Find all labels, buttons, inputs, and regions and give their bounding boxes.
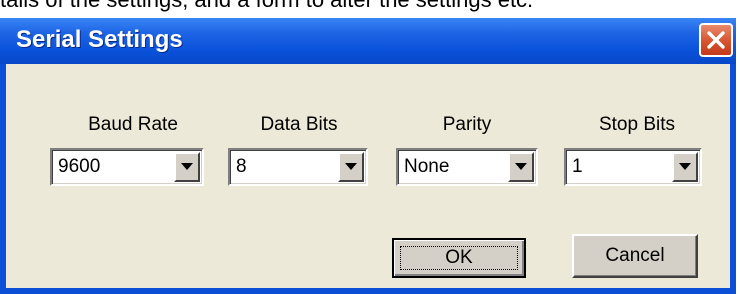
close-button[interactable] bbox=[699, 23, 733, 57]
baud-rate-value: 9600 bbox=[58, 156, 101, 177]
dialog-body: Baud Rate 9600 Data Bits 8 Parity None S… bbox=[6, 64, 730, 288]
chevron-down-icon bbox=[181, 163, 193, 170]
stop-bits-select[interactable]: 1 bbox=[564, 148, 702, 186]
chevron-down-icon bbox=[345, 163, 357, 170]
baud-rate-label: Baud Rate bbox=[88, 114, 178, 135]
parity-dropdown-button[interactable] bbox=[508, 152, 534, 182]
background-text-strip: tails of the settings, and a form to alt… bbox=[0, 0, 740, 18]
stop-bits-dropdown-button[interactable] bbox=[672, 152, 698, 182]
stop-bits-label: Stop Bits bbox=[598, 114, 676, 135]
background-text: tails of the settings, and a form to alt… bbox=[0, 0, 533, 13]
data-bits-label: Data Bits bbox=[260, 114, 338, 135]
focus-ring bbox=[400, 246, 518, 270]
cancel-button[interactable]: Cancel bbox=[572, 234, 698, 278]
chevron-down-icon bbox=[679, 163, 691, 170]
cancel-button-label: Cancel bbox=[605, 245, 665, 266]
data-bits-value: 8 bbox=[236, 156, 247, 177]
data-bits-dropdown-button[interactable] bbox=[338, 152, 364, 182]
dialog-title: Serial Settings bbox=[16, 26, 183, 53]
ok-button[interactable]: OK bbox=[392, 238, 526, 278]
baud-rate-dropdown-button[interactable] bbox=[174, 152, 200, 182]
chevron-down-icon bbox=[515, 163, 527, 170]
baud-rate-select[interactable]: 9600 bbox=[50, 148, 204, 186]
data-bits-select[interactable]: 8 bbox=[228, 148, 368, 186]
close-icon bbox=[707, 31, 725, 49]
serial-settings-dialog: Serial Settings Baud Rate 9600 Data Bits… bbox=[0, 18, 736, 294]
parity-label: Parity bbox=[442, 114, 492, 135]
title-bar[interactable]: Serial Settings bbox=[0, 18, 736, 64]
stop-bits-value: 1 bbox=[572, 156, 583, 177]
parity-value: None bbox=[404, 156, 450, 177]
parity-select[interactable]: None bbox=[396, 148, 538, 186]
